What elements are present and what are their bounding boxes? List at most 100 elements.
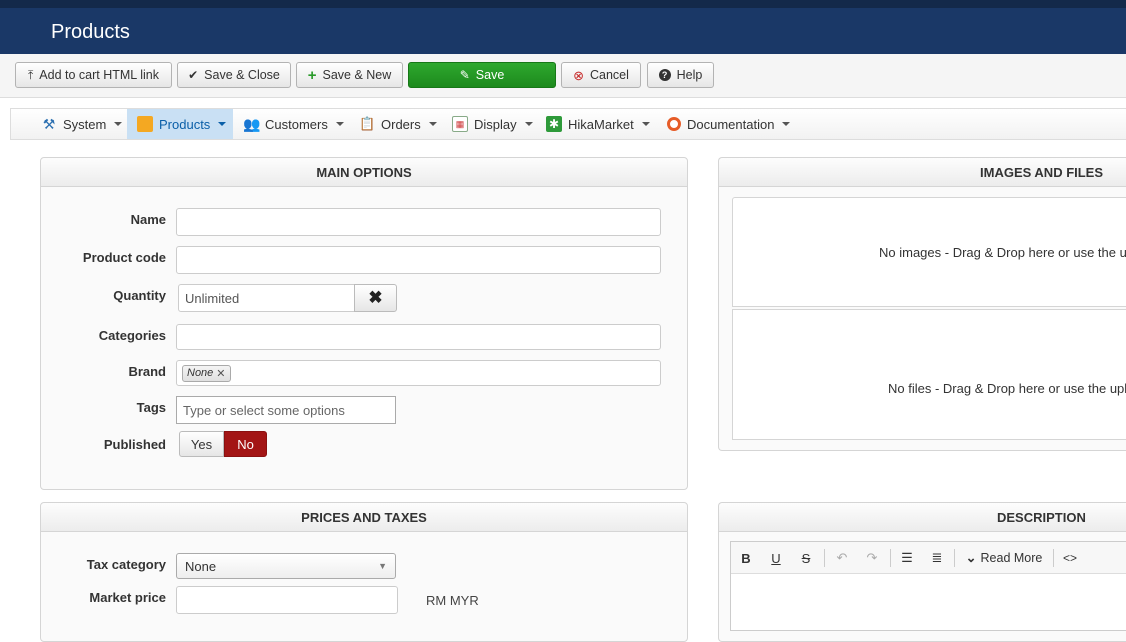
images-drop-zone[interactable]: No images - Drag & Drop here or use the … xyxy=(732,197,1126,307)
tags-label: Tags xyxy=(136,400,166,415)
tax-category-value: None xyxy=(185,558,217,574)
menu-customers[interactable]: 👥 Customers xyxy=(243,109,344,139)
plus-icon: + xyxy=(307,66,317,84)
clipboard-icon: 📋 xyxy=(359,116,376,131)
images-files-title: IMAGES AND FILES xyxy=(719,158,1126,187)
lifebuoy-icon xyxy=(667,117,681,131)
menu-hikamarket[interactable]: ✱ HikaMarket xyxy=(546,109,650,139)
tax-category-label: Tax category xyxy=(86,557,166,572)
tags-input[interactable] xyxy=(176,396,396,424)
save-button[interactable]: ✎ Save xyxy=(408,62,556,88)
bullet-list-icon: ☰ xyxy=(901,550,913,565)
brand-tag-label: None xyxy=(187,367,214,379)
bold-icon: B xyxy=(741,550,751,566)
save-close-label: Save & Close xyxy=(204,68,280,82)
menu-system[interactable]: ⚒ System xyxy=(41,109,123,139)
code-icon: <> xyxy=(1062,551,1077,565)
tools-icon: ⚒ xyxy=(42,116,56,132)
editor-toolbar: B U S ↶ ↷ ☰ ≣ ⌄ Read More <> xyxy=(731,542,1126,574)
published-yes-button[interactable]: Yes xyxy=(179,431,224,457)
menu-hikamarket-label: HikaMarket xyxy=(568,116,634,132)
categories-field[interactable] xyxy=(176,324,661,350)
product-code-label: Product code xyxy=(82,250,166,265)
chevron-down-icon: ⌄ xyxy=(965,550,977,565)
cancel-button[interactable]: ⊗ Cancel xyxy=(561,62,641,88)
clear-quantity-button[interactable]: ✖ xyxy=(354,284,397,312)
strikethrough-icon: S xyxy=(801,550,811,566)
edit-icon: ✎ xyxy=(459,68,470,82)
name-label: Name xyxy=(130,212,166,227)
prices-taxes-panel: PRICES AND TAXES Tax category None ▼ Mar… xyxy=(40,502,688,642)
market-price-field[interactable] xyxy=(176,586,398,614)
chevron-down-icon: ▼ xyxy=(378,561,387,571)
save-label: Save xyxy=(475,68,505,82)
redo-button[interactable]: ↷ xyxy=(859,544,885,572)
page-header: Products xyxy=(0,8,1126,54)
calendar-icon: ▦ xyxy=(452,116,468,132)
published-toggle: Yes No xyxy=(179,431,267,457)
bold-button[interactable]: B xyxy=(733,544,759,572)
main-options-panel: MAIN OPTIONS Name Product code Quantity … xyxy=(40,157,688,490)
save-new-label: Save & New xyxy=(322,68,392,82)
bullet-list-button[interactable]: ☰ xyxy=(894,544,920,572)
quantity-label: Quantity xyxy=(113,288,166,303)
top-strip xyxy=(0,0,1126,8)
published-yes-label: Yes xyxy=(190,436,213,452)
question-icon: ? xyxy=(658,69,671,81)
source-code-button[interactable]: <> xyxy=(1057,544,1083,572)
quantity-field[interactable] xyxy=(178,284,356,312)
help-button[interactable]: ? Help xyxy=(647,62,714,88)
redo-icon: ↷ xyxy=(866,550,878,565)
add-to-cart-html-link-button[interactable]: ⤒ Add to cart HTML link xyxy=(15,62,172,88)
description-title: DESCRIPTION xyxy=(719,503,1126,532)
no-images-text: No images - Drag & Drop here or use the … xyxy=(879,244,1126,260)
remove-tag-icon[interactable]: ✕ xyxy=(216,367,225,380)
main-menu: ⚒ System Products 👥 Customers 📋 Orders ▦… xyxy=(10,108,1126,140)
save-close-button[interactable]: ✔ Save & Close xyxy=(177,62,291,88)
underline-button[interactable]: U xyxy=(763,544,789,572)
menu-documentation-label: Documentation xyxy=(687,116,775,132)
box-icon xyxy=(137,116,153,132)
brand-field[interactable]: None ✕ xyxy=(176,360,661,386)
images-files-panel: IMAGES AND FILES No images - Drag & Drop… xyxy=(718,157,1126,451)
files-drop-zone[interactable]: No files - Drag & Drop here or use the u… xyxy=(732,309,1126,440)
menu-documentation[interactable]: Documentation xyxy=(667,109,791,139)
brand-label: Brand xyxy=(128,364,166,379)
strikethrough-button[interactable]: S xyxy=(793,544,819,572)
menu-system-label: System xyxy=(63,116,107,132)
main-options-title: MAIN OPTIONS xyxy=(41,158,687,187)
product-code-field[interactable] xyxy=(176,246,661,274)
prices-taxes-title: PRICES AND TAXES xyxy=(41,503,687,532)
users-icon: 👥 xyxy=(243,116,261,132)
description-panel: DESCRIPTION B U S ↶ ↷ ☰ ≣ ⌄ Read More <> xyxy=(718,502,1126,642)
read-more-button[interactable]: ⌄ Read More xyxy=(959,544,1049,572)
undo-button[interactable]: ↶ xyxy=(829,544,855,572)
description-editor[interactable]: B U S ↶ ↷ ☰ ≣ ⌄ Read More <> xyxy=(730,541,1126,631)
categories-label: Categories xyxy=(98,328,166,343)
menu-products[interactable]: Products xyxy=(127,109,233,139)
numbered-list-button[interactable]: ≣ xyxy=(924,544,950,572)
underline-icon: U xyxy=(771,550,781,566)
published-no-button[interactable]: No xyxy=(224,431,267,457)
menu-customers-label: Customers xyxy=(265,116,328,132)
name-field[interactable] xyxy=(176,208,661,236)
toolbar-divider xyxy=(954,549,955,567)
numbered-list-icon: ≣ xyxy=(931,550,943,565)
menu-orders[interactable]: 📋 Orders xyxy=(359,109,437,139)
menu-orders-label: Orders xyxy=(381,116,421,132)
close-icon: ✖ xyxy=(368,288,383,307)
toolbar: ⤒ Add to cart HTML link ✔ Save & Close +… xyxy=(0,54,1126,98)
tax-category-select[interactable]: None ▼ xyxy=(176,553,396,579)
add-to-cart-label: Add to cart HTML link xyxy=(39,68,160,82)
check-icon: ✔ xyxy=(188,68,199,82)
market-price-label: Market price xyxy=(89,590,166,605)
cancel-icon: ⊗ xyxy=(573,67,584,83)
currency-label: RM MYR xyxy=(426,593,479,608)
menu-display-label: Display xyxy=(474,116,517,132)
toolbar-divider xyxy=(890,549,891,567)
menu-display[interactable]: ▦ Display xyxy=(452,109,533,139)
menu-products-label: Products xyxy=(159,116,211,132)
save-new-button[interactable]: + Save & New xyxy=(296,62,403,88)
toolbar-divider xyxy=(1053,549,1054,567)
toolbar-divider xyxy=(824,549,825,567)
